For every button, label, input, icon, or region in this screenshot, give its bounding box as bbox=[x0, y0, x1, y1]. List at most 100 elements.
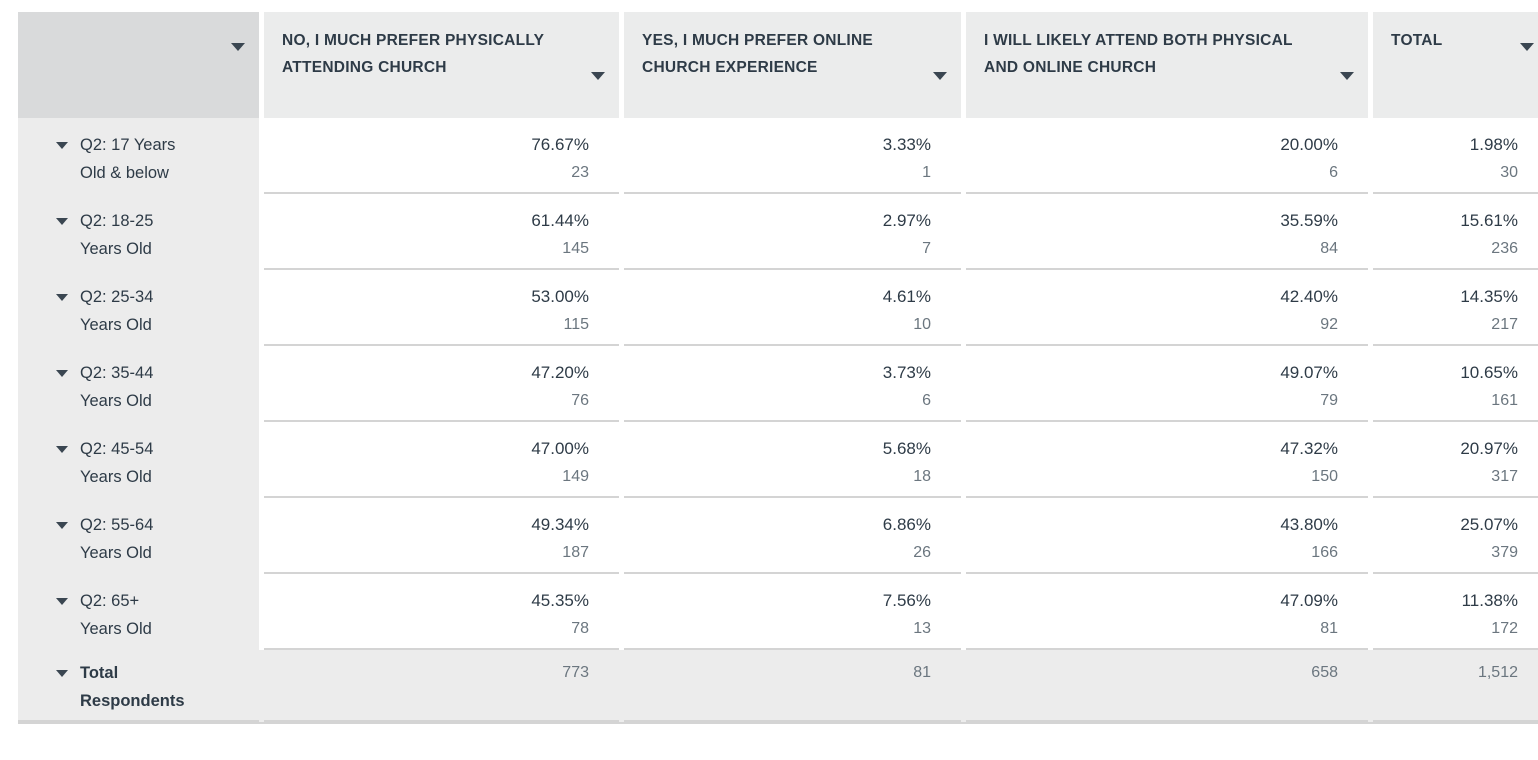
cell-percent: 20.97% bbox=[1460, 439, 1518, 458]
data-cell: 7.56% 13 bbox=[624, 574, 961, 650]
cell-percent: 1.98% bbox=[1469, 135, 1518, 154]
data-cell: 53.00% 115 bbox=[264, 270, 619, 346]
table-row: Q2: 25-34 Years Old 53.00% 115 4.61% 10 42.40%… bbox=[18, 270, 1538, 346]
data-cell: 47.00% 149 bbox=[264, 422, 619, 498]
table-row: Q2: 65+ Years Old 45.35% 78 7.56% 13 47.09% 81 1… bbox=[18, 574, 1538, 650]
row-label[interactable]: Q2: 55-64 Years Old bbox=[18, 498, 259, 574]
row-label-line1: Q2: 65+ bbox=[80, 592, 140, 610]
row-label[interactable]: Q2: 65+ Years Old bbox=[18, 574, 259, 650]
chevron-down-icon[interactable] bbox=[591, 72, 605, 80]
data-cell: 20.97% 317 bbox=[1373, 422, 1538, 498]
chevron-down-icon[interactable] bbox=[1520, 43, 1534, 51]
data-cell: 10.65% 161 bbox=[1373, 346, 1538, 422]
cell-count: 1,512 bbox=[1477, 664, 1518, 681]
chevron-down-icon[interactable] bbox=[56, 294, 68, 301]
cell-percent: 35.59% bbox=[1280, 211, 1338, 230]
table-row: Q2: 35-44 Years Old 47.20% 76 3.73% 6 49.07% 79… bbox=[18, 346, 1538, 422]
data-cell: 45.35% 78 bbox=[264, 574, 619, 650]
totals-cell: 773 bbox=[264, 650, 619, 724]
chevron-down-icon[interactable] bbox=[56, 370, 68, 377]
table-header: NO, I MUCH PREFER PHYSICALLY ATTENDING C… bbox=[18, 12, 1538, 118]
row-label-line2: Years Old bbox=[80, 468, 152, 486]
cell-count: 26 bbox=[913, 544, 931, 561]
header-row: NO, I MUCH PREFER PHYSICALLY ATTENDING C… bbox=[18, 12, 1538, 118]
data-cell: 20.00% 6 bbox=[966, 118, 1368, 194]
cell-percent: 47.20% bbox=[531, 363, 589, 382]
row-label[interactable]: Q2: 25-34 Years Old bbox=[18, 270, 259, 346]
column-header-total-text: TOTAL bbox=[1391, 32, 1443, 49]
crosstab-container: NO, I MUCH PREFER PHYSICALLY ATTENDING C… bbox=[0, 0, 1538, 760]
chevron-down-icon[interactable] bbox=[933, 72, 947, 80]
cell-percent: 76.67% bbox=[531, 135, 589, 154]
cell-count: 79 bbox=[1320, 392, 1338, 409]
row-label-line1: Q2: 45-54 bbox=[80, 440, 154, 458]
chevron-down-icon[interactable] bbox=[56, 522, 68, 529]
cell-percent: 42.40% bbox=[1280, 287, 1338, 306]
cell-count: 317 bbox=[1491, 468, 1518, 485]
column-header-prefer-physical[interactable]: NO, I MUCH PREFER PHYSICALLY ATTENDING C… bbox=[264, 12, 619, 118]
column-header-prefer-physical-text: NO, I MUCH PREFER PHYSICALLY ATTENDING C… bbox=[282, 32, 544, 76]
cell-count: 773 bbox=[562, 664, 589, 681]
row-label[interactable]: Q2: 17 Years Old & below bbox=[18, 118, 259, 194]
crosstab-table: NO, I MUCH PREFER PHYSICALLY ATTENDING C… bbox=[18, 12, 1538, 724]
totals-row-label[interactable]: Total Respondents bbox=[18, 650, 259, 724]
row-label[interactable]: Q2: 35-44 Years Old bbox=[18, 346, 259, 422]
row-label-line2: Years Old bbox=[80, 544, 152, 562]
cell-count: 217 bbox=[1491, 316, 1518, 333]
table-body: Q2: 17 Years Old & below 76.67% 23 3.33% 1 20.… bbox=[18, 118, 1538, 724]
table-row: Q2: 55-64 Years Old 49.34% 187 6.86% 26 43.80%… bbox=[18, 498, 1538, 574]
data-cell: 43.80% 166 bbox=[966, 498, 1368, 574]
cell-percent: 47.00% bbox=[531, 439, 589, 458]
column-header-prefer-online[interactable]: YES, I MUCH PREFER ONLINE CHURCH EXPERIE… bbox=[624, 12, 961, 118]
cell-percent: 3.33% bbox=[882, 135, 931, 154]
row-label-line2: Years Old bbox=[80, 620, 152, 638]
cell-percent: 45.35% bbox=[531, 591, 589, 610]
column-header-row-label[interactable] bbox=[18, 12, 259, 118]
cell-count: 10 bbox=[913, 316, 931, 333]
row-label[interactable]: Q2: 18-25 Years Old bbox=[18, 194, 259, 270]
chevron-down-icon[interactable] bbox=[56, 446, 68, 453]
data-cell: 47.09% 81 bbox=[966, 574, 1368, 650]
column-header-attend-both[interactable]: I WILL LIKELY ATTEND BOTH PHYSICAL AND O… bbox=[966, 12, 1368, 118]
cell-count: 145 bbox=[562, 240, 589, 257]
cell-percent: 6.86% bbox=[882, 515, 931, 534]
cell-count: 13 bbox=[913, 620, 931, 637]
cell-count: 81 bbox=[913, 664, 931, 681]
data-cell: 3.33% 1 bbox=[624, 118, 961, 194]
chevron-down-icon[interactable] bbox=[56, 142, 68, 149]
column-header-prefer-online-text: YES, I MUCH PREFER ONLINE CHURCH EXPERIE… bbox=[642, 32, 874, 76]
cell-count: 161 bbox=[1491, 392, 1518, 409]
cell-count: 1 bbox=[922, 164, 931, 181]
cell-count: 30 bbox=[1500, 164, 1518, 181]
chevron-down-icon[interactable] bbox=[231, 43, 245, 51]
row-label-line2: Respondents bbox=[80, 692, 185, 710]
data-cell: 4.61% 10 bbox=[624, 270, 961, 346]
data-cell: 15.61% 236 bbox=[1373, 194, 1538, 270]
chevron-down-icon[interactable] bbox=[1340, 72, 1354, 80]
cell-percent: 3.73% bbox=[882, 363, 931, 382]
data-cell: 76.67% 23 bbox=[264, 118, 619, 194]
data-cell: 6.86% 26 bbox=[624, 498, 961, 574]
column-header-attend-both-text: I WILL LIKELY ATTEND BOTH PHYSICAL AND O… bbox=[984, 32, 1293, 76]
data-cell: 3.73% 6 bbox=[624, 346, 961, 422]
chevron-down-icon[interactable] bbox=[56, 218, 68, 225]
row-label[interactable]: Q2: 45-54 Years Old bbox=[18, 422, 259, 498]
table-row: Q2: 45-54 Years Old 47.00% 149 5.68% 18 47.32%… bbox=[18, 422, 1538, 498]
totals-cell: 658 bbox=[966, 650, 1368, 724]
cell-percent: 10.65% bbox=[1460, 363, 1518, 382]
cell-percent: 7.56% bbox=[882, 591, 931, 610]
cell-percent: 25.07% bbox=[1460, 515, 1518, 534]
cell-percent: 49.34% bbox=[531, 515, 589, 534]
data-cell: 61.44% 145 bbox=[264, 194, 619, 270]
data-cell: 11.38% 172 bbox=[1373, 574, 1538, 650]
column-header-total[interactable]: TOTAL bbox=[1373, 12, 1538, 118]
chevron-down-icon[interactable] bbox=[56, 670, 68, 677]
totals-row: Total Respondents 773 81 658 1,512 bbox=[18, 650, 1538, 724]
cell-count: 7 bbox=[922, 240, 931, 257]
chevron-down-icon[interactable] bbox=[56, 598, 68, 605]
cell-percent: 14.35% bbox=[1460, 287, 1518, 306]
cell-count: 115 bbox=[563, 316, 589, 333]
cell-percent: 4.61% bbox=[882, 287, 931, 306]
cell-count: 6 bbox=[922, 392, 931, 409]
cell-percent: 43.80% bbox=[1280, 515, 1338, 534]
